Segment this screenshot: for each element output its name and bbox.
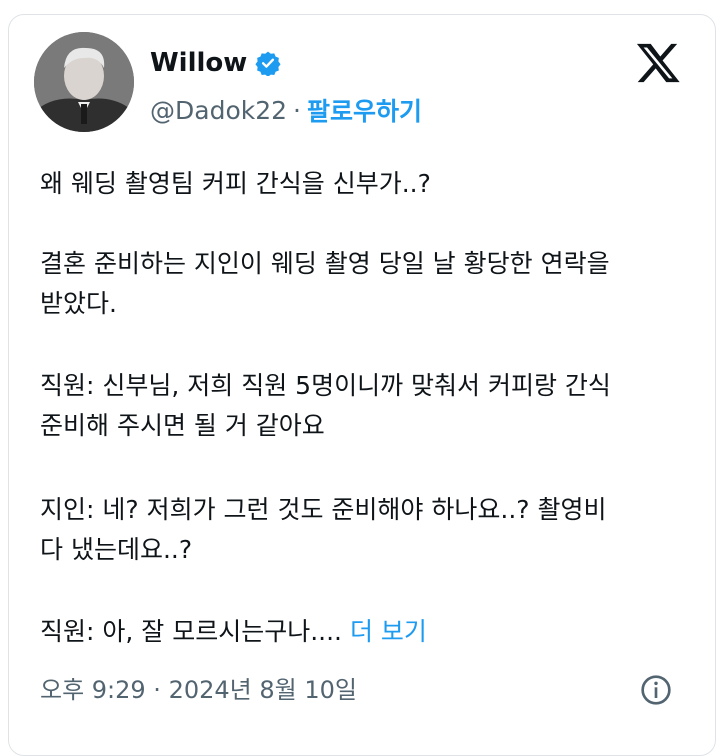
avatar[interactable] — [34, 32, 134, 132]
post-text-line: 직원: 신부님, 저희 직원 5명이니까 맞춰서 커피랑 간식 — [40, 371, 611, 400]
info-icon[interactable] — [640, 674, 672, 706]
post-text-line: 다 냈는데요..? — [40, 535, 193, 564]
handle-row: @Dadok22 · 팔로우하기 — [150, 92, 422, 128]
post-text-line: 받았다. — [40, 289, 117, 318]
post-text-line: 왜 웨딩 촬영팀 커피 간식을 신부가..? — [40, 169, 431, 198]
separator-dot: · — [293, 95, 301, 125]
post-text-line: 지인: 네? 저희가 그런 것도 준비해야 하나요..? 촬영비 — [40, 495, 607, 524]
follow-button[interactable]: 팔로우하기 — [307, 92, 422, 128]
user-name-row: Willow — [150, 48, 281, 78]
post-text-line: 준비해 주시면 될 거 같아요 — [40, 411, 325, 440]
post-text-line: 결혼 준비하는 지인이 웨딩 촬영 당일 날 황당한 연락을 — [40, 249, 610, 278]
x-logo-icon[interactable] — [634, 40, 682, 86]
avatar-image — [34, 32, 134, 132]
post-text-truncated: 직원: 아, 잘 모르시는구나.... — [40, 617, 342, 646]
post-text-line-last: 직원: 아, 잘 모르시는구나.... 더 보기 — [40, 612, 427, 652]
post-timestamp[interactable]: 오후 9:29 · 2024년 8월 10일 — [40, 670, 357, 705]
user-handle[interactable]: @Dadok22 — [150, 96, 287, 125]
verified-badge-icon — [255, 51, 281, 76]
show-more-link[interactable]: 더 보기 — [350, 617, 427, 646]
user-name[interactable]: Willow — [150, 48, 247, 78]
